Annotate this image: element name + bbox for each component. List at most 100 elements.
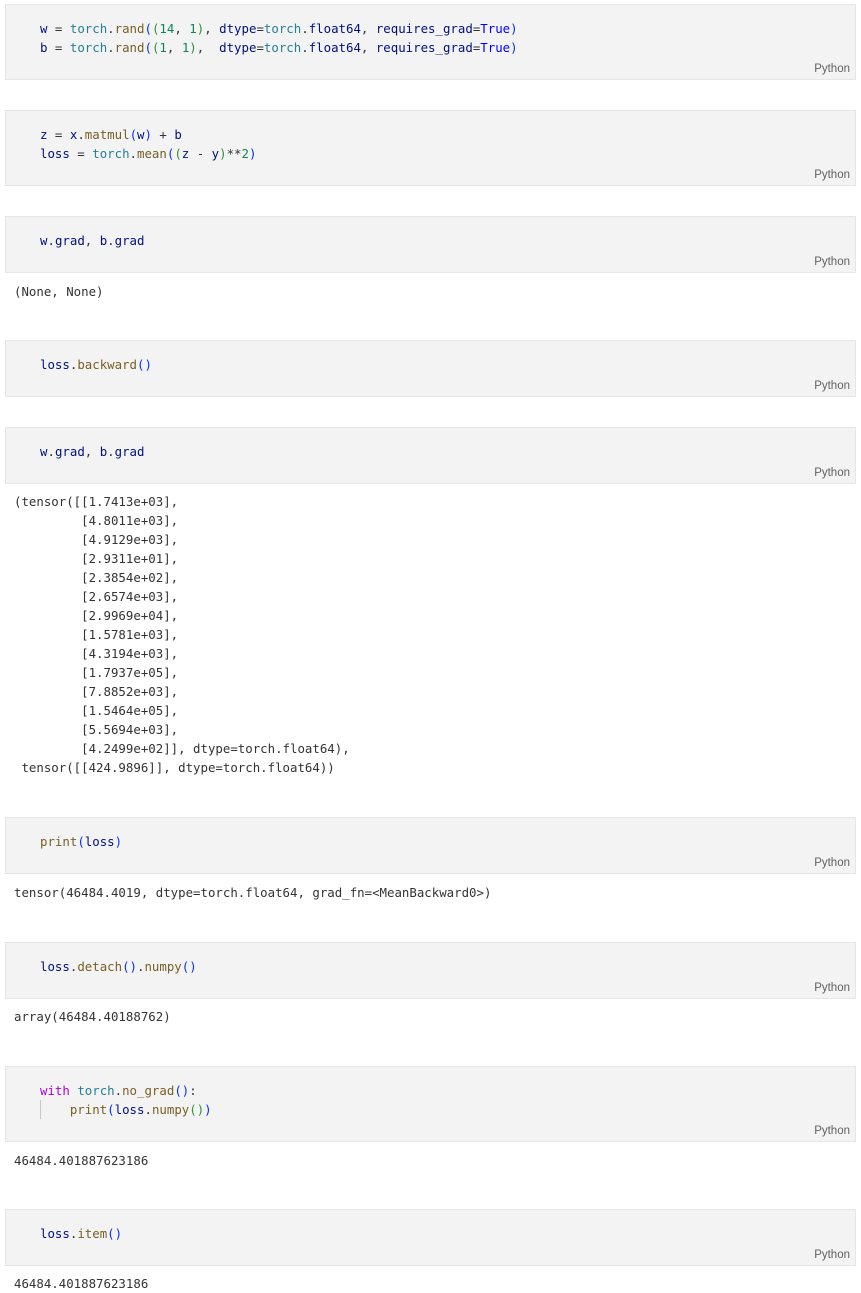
token: ,	[204, 21, 220, 36]
token: .	[129, 146, 138, 161]
token: mean	[137, 146, 167, 161]
token: detach	[77, 959, 123, 974]
code-cell-8[interactable]: with torch.no_grad(): print(loss.numpy()…	[5, 1066, 856, 1142]
token: (	[174, 146, 182, 161]
token: .	[47, 444, 55, 459]
token: torch	[263, 40, 302, 55]
code-cell-9[interactable]: loss.item() Python	[5, 1209, 856, 1266]
token: with	[40, 1083, 70, 1098]
code-editor[interactable]: z = x.matmul(w) + b loss = torch.mean((z…	[40, 125, 256, 163]
token: item	[77, 1226, 108, 1241]
code-editor[interactable]: w.grad, b.grad	[40, 231, 144, 250]
token: torch	[77, 1083, 115, 1098]
cell-language-label[interactable]: Python	[814, 1125, 850, 1137]
cell-output: 46484.401887623186	[14, 1276, 149, 1291]
cell-language-label[interactable]: Python	[814, 1249, 850, 1261]
token: )	[114, 834, 123, 849]
token: True	[480, 40, 511, 55]
token: float64	[308, 40, 361, 55]
code-editor[interactable]: with torch.no_grad(): print(loss.numpy()…	[40, 1081, 212, 1119]
token: .	[47, 233, 55, 248]
token: .	[107, 40, 115, 55]
token: loss	[40, 357, 70, 372]
token: numpy	[144, 959, 182, 974]
code-editor[interactable]: print(loss)	[40, 832, 122, 851]
code-cell-5[interactable]: w.grad, b.grad Python	[5, 427, 856, 484]
token: True	[480, 21, 511, 36]
token: matmul	[84, 127, 130, 142]
token: loss	[84, 834, 115, 849]
token: 2	[241, 146, 249, 161]
token: loss	[40, 959, 70, 974]
token: +	[151, 127, 175, 142]
token: requires_grad	[375, 21, 473, 36]
code-cell-2[interactable]: z = x.matmul(w) + b loss = torch.mean((z…	[5, 110, 856, 186]
code-editor[interactable]: loss.item()	[40, 1224, 122, 1243]
token: =	[69, 146, 93, 161]
cell-output: tensor(46484.4019, dtype=torch.float64, …	[14, 885, 492, 900]
token: .	[107, 444, 115, 459]
code-cell-1[interactable]: w = torch.rand((14, 1), dtype=torch.floa…	[5, 4, 856, 80]
token: )	[204, 1102, 212, 1117]
token: 1	[189, 21, 197, 36]
token: =	[47, 127, 70, 142]
token: print	[69, 1102, 108, 1117]
token: torch	[69, 21, 108, 36]
cell-language-label[interactable]: Python	[814, 467, 850, 479]
token: rand	[114, 40, 145, 55]
cell-language-label[interactable]: Python	[814, 982, 850, 994]
token: )	[189, 40, 197, 55]
token: ()	[107, 1226, 123, 1241]
token: 1	[159, 40, 167, 55]
cell-language-label[interactable]: Python	[814, 857, 850, 869]
token: **	[226, 146, 242, 161]
token: y	[211, 146, 220, 161]
code-cell-4[interactable]: loss.backward() Python	[5, 340, 856, 397]
token: loss	[114, 1102, 145, 1117]
token: -	[189, 146, 212, 161]
code-cell-7[interactable]: loss.detach().numpy() Python	[5, 942, 856, 999]
token: .	[107, 21, 115, 36]
token: ,	[196, 40, 220, 55]
token: requires_grad	[375, 40, 473, 55]
token: )	[219, 146, 227, 161]
code-editor[interactable]: w = torch.rand((14, 1), dtype=torch.floa…	[40, 19, 518, 57]
code-editor[interactable]: loss.detach().numpy()	[40, 957, 197, 976]
code-cell-6[interactable]: print(loss) Python	[5, 817, 856, 874]
token: (	[107, 1102, 115, 1117]
token: grad	[54, 444, 85, 459]
token: ()	[174, 1083, 190, 1098]
cell-language-label[interactable]: Python	[814, 63, 850, 75]
cell-language-label[interactable]: Python	[814, 256, 850, 268]
code-cell-3[interactable]: w.grad, b.grad Python	[5, 216, 856, 273]
token: 14	[159, 21, 175, 36]
token: =	[47, 40, 70, 55]
code-editor[interactable]: w.grad, b.grad	[40, 442, 144, 461]
token: )	[144, 127, 152, 142]
token: torch	[69, 40, 108, 55]
token: (	[144, 21, 152, 36]
cell-language-label[interactable]: Python	[814, 169, 850, 181]
token: rand	[114, 21, 145, 36]
cell-language-label[interactable]: Python	[814, 380, 850, 392]
token: ()	[189, 1102, 205, 1117]
token: float64	[308, 21, 361, 36]
token: ,	[360, 21, 376, 36]
token: loss	[40, 1226, 70, 1241]
token: dtype	[219, 40, 257, 55]
code-editor[interactable]: loss.backward()	[40, 355, 152, 374]
token: )	[248, 146, 257, 161]
token: ,	[174, 21, 190, 36]
token: .	[301, 40, 309, 55]
token: torch	[92, 146, 130, 161]
token: .	[144, 1102, 152, 1117]
token: =	[256, 40, 264, 55]
cell-output: (None, None)	[14, 284, 104, 299]
cell-output: array(46484.40188762)	[14, 1009, 171, 1024]
token: )	[510, 40, 518, 55]
token: dtype	[219, 21, 257, 36]
cell-output: (tensor([[1.7413e+03], [4.8011e+03], [4.…	[14, 494, 350, 775]
token: w	[137, 127, 145, 142]
token: :	[189, 1083, 197, 1098]
